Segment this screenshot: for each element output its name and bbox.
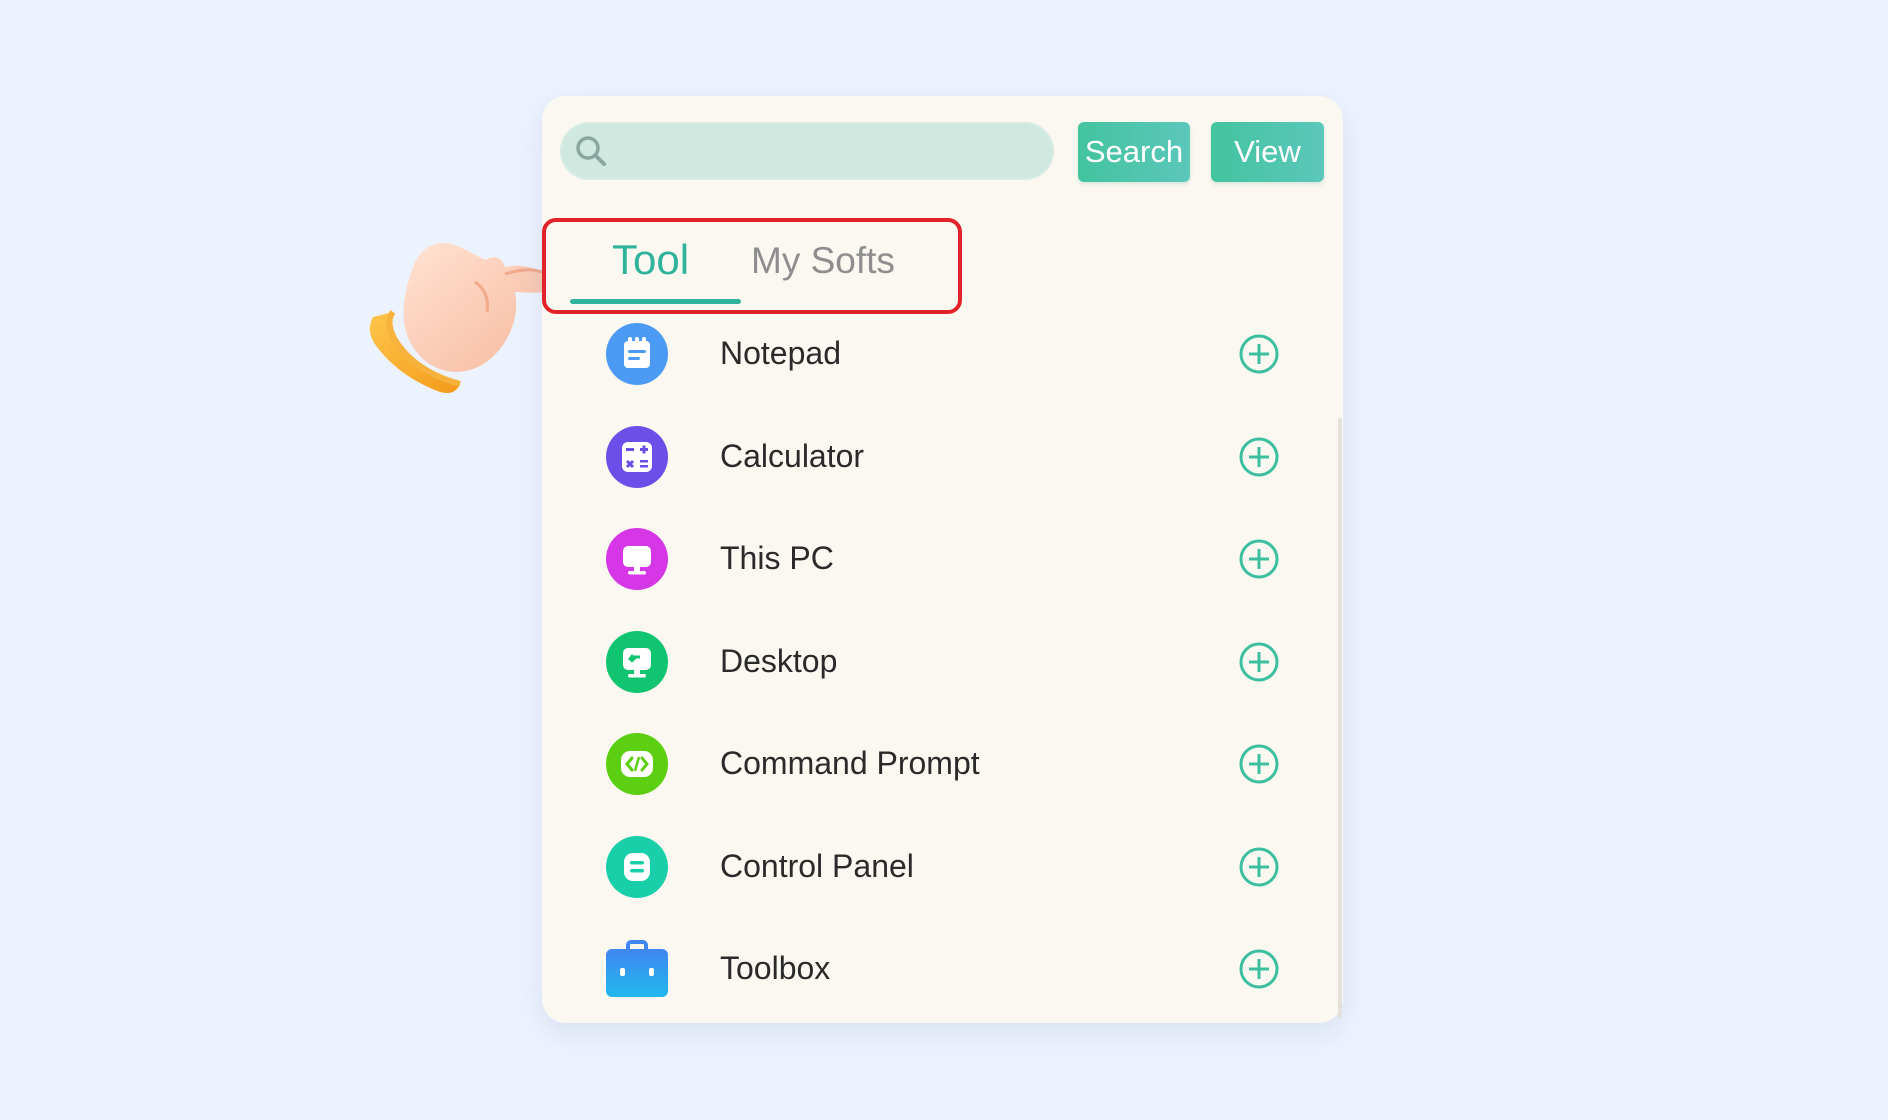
tab-tool[interactable]: Tool (612, 236, 689, 284)
item-label: Calculator (720, 438, 865, 474)
list-item-control-panel[interactable]: Control Panel (606, 836, 1306, 906)
add-icon[interactable] (1238, 436, 1280, 478)
item-label: Command Prompt (720, 745, 980, 781)
search-button[interactable]: Search (1078, 122, 1190, 182)
control-panel-icon (606, 836, 668, 898)
search-input[interactable] (560, 122, 1054, 180)
tab-my-softs[interactable]: My Softs (751, 240, 895, 282)
search-icon (576, 136, 606, 166)
add-icon[interactable] (1238, 743, 1280, 785)
list-item-notepad[interactable]: Notepad (606, 323, 1306, 393)
page-background: Search View Tool My Softs Notepad Calcul… (0, 0, 1888, 1120)
list-item-toolbox[interactable]: Toolbox (606, 938, 1306, 1008)
notepad-icon (606, 323, 668, 385)
item-label: This PC (720, 540, 834, 576)
list-item-desktop[interactable]: Desktop (606, 631, 1306, 701)
code-icon (606, 733, 668, 795)
pointing-hand-icon (355, 222, 565, 412)
view-button[interactable]: View (1211, 122, 1324, 182)
active-tab-indicator (570, 299, 741, 304)
list-item-command-prompt[interactable]: Command Prompt (606, 733, 1306, 803)
add-icon[interactable] (1238, 948, 1280, 990)
item-label: Control Panel (720, 848, 914, 884)
add-icon[interactable] (1238, 333, 1280, 375)
item-label: Toolbox (720, 950, 831, 986)
launcher-panel: Search View Tool My Softs Notepad Calcul… (542, 96, 1343, 1023)
add-icon[interactable] (1238, 641, 1280, 683)
desktop-icon (606, 631, 668, 693)
add-icon[interactable] (1238, 538, 1280, 580)
list-item-this-pc[interactable]: This PC (606, 528, 1306, 598)
item-label: Desktop (720, 643, 838, 679)
toolbox-icon (606, 938, 668, 1000)
list-item-calculator[interactable]: Calculator (606, 426, 1306, 496)
monitor-icon (606, 528, 668, 590)
item-label: Notepad (720, 335, 841, 371)
scrollbar[interactable] (1338, 418, 1342, 1018)
calculator-icon (606, 426, 668, 488)
add-icon[interactable] (1238, 846, 1280, 888)
